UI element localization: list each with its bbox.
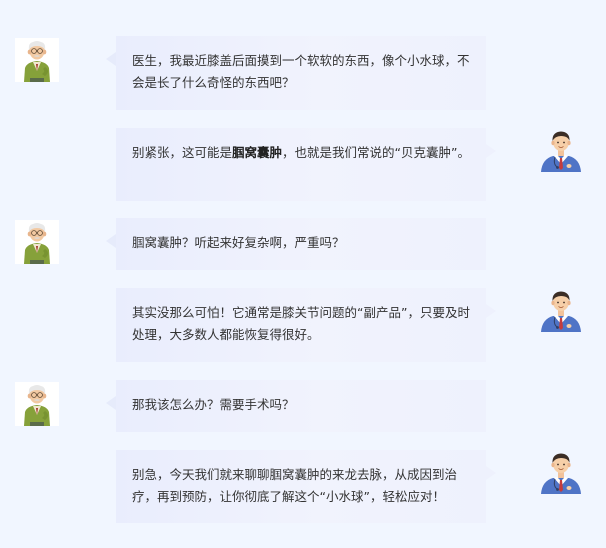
doctor-avatar-icon	[539, 128, 583, 172]
message-text: ，也就是我们常说的“贝克囊肿”。	[282, 145, 470, 160]
message-bubble: 别急，今天我们就来聊聊腘窝囊肿的来龙去脉，从成因到治疗，再到预防，让你彻底了解这…	[116, 450, 486, 523]
message-bubble: 那我该怎么办？需要手术吗？	[116, 380, 486, 432]
message-bubble: 其实没那么可怕！它通常是膝关节问题的“副产品”，只要及时处理，大多数人都能恢复得…	[116, 288, 486, 362]
bubble-tail	[486, 466, 496, 480]
elderly-man-avatar-icon	[15, 382, 59, 426]
bubble-tail	[486, 304, 496, 318]
bubble-tail	[106, 234, 116, 248]
doctor-avatar-icon	[539, 288, 583, 332]
elderly-man-avatar-icon	[15, 38, 59, 82]
bubble-tail	[486, 144, 496, 158]
chat-thread: 医生，我最近膝盖后面摸到一个软软的东西，像个小水球，不会是长了什么奇怪的东西吧？…	[0, 0, 606, 548]
bubble-tail	[106, 396, 116, 410]
elderly-man-avatar-icon	[15, 220, 59, 264]
doctor-avatar-icon	[539, 450, 583, 494]
message-bubble: 医生，我最近膝盖后面摸到一个软软的东西，像个小水球，不会是长了什么奇怪的东西吧？	[116, 36, 486, 110]
highlighted-term: 腘窝囊肿	[232, 145, 283, 160]
bubble-tail	[106, 52, 116, 66]
message-text: 别紧张，这可能是	[132, 145, 233, 160]
message-bubble: 腘窝囊肿？听起来好复杂啊，严重吗？	[116, 218, 486, 270]
message-bubble: 别紧张，这可能是腘窝囊肿，也就是我们常说的“贝克囊肿”。	[116, 128, 486, 201]
